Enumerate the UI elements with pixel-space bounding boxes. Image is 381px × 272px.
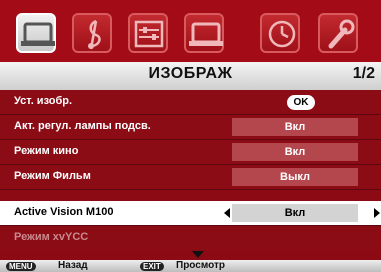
tv-tab[interactable] bbox=[184, 13, 224, 53]
arrow-left-icon[interactable] bbox=[224, 208, 230, 218]
menu-row-backlight[interactable]: Акт. регул. лампы подсв. Вкл bbox=[0, 115, 381, 139]
view-hint: Просмотр bbox=[176, 260, 225, 271]
row-label: Режим кино bbox=[14, 145, 79, 157]
sound-tab[interactable] bbox=[72, 13, 112, 53]
menu-title-bar: ИЗОБРАЖ 1/2 bbox=[0, 62, 381, 90]
row-label: Уст. изобр. bbox=[14, 95, 73, 107]
setup-tab[interactable] bbox=[128, 13, 168, 53]
menu-row-active-vision[interactable]: Active Vision M100 Вкл bbox=[0, 201, 381, 225]
back-hint: Назад bbox=[58, 260, 88, 271]
row-value[interactable]: Вкл bbox=[232, 143, 358, 161]
row-value[interactable]: Вкл bbox=[232, 204, 358, 222]
row-value[interactable]: Вкл bbox=[232, 118, 358, 136]
row-label: Режим Фильм bbox=[14, 170, 91, 182]
menu-row-film-mode[interactable]: Режим Фильм Выкл bbox=[0, 165, 381, 189]
ok-button-icon[interactable]: OK bbox=[287, 95, 315, 110]
picture-icon bbox=[21, 22, 55, 46]
row-label: Акт. регул. лампы подсв. bbox=[14, 120, 151, 132]
row-value[interactable]: Выкл bbox=[232, 168, 358, 186]
timer-tab[interactable] bbox=[260, 13, 300, 53]
menu-row-xvycc: Режим xvYCC bbox=[0, 226, 381, 250]
menu-row-picture-settings[interactable]: Уст. изобр. OK bbox=[0, 90, 381, 114]
wrench-icon bbox=[328, 19, 355, 49]
setup-icon bbox=[134, 20, 164, 48]
footer-hints: MENU Назад EXIT Просмотр bbox=[0, 260, 381, 272]
scroll-down-icon bbox=[192, 251, 204, 258]
menu-key-icon: MENU bbox=[6, 262, 36, 271]
music-note-icon bbox=[88, 19, 101, 50]
row-label: Active Vision M100 bbox=[14, 206, 114, 218]
page-title: ИЗОБРАЖ bbox=[148, 65, 233, 82]
exit-key-icon: EXIT bbox=[140, 262, 164, 271]
row-divider bbox=[0, 189, 381, 190]
row-label: Режим xvYCC bbox=[14, 231, 89, 243]
settings-tab[interactable] bbox=[318, 13, 358, 53]
category-icon-bar bbox=[0, 0, 381, 66]
picture-tab[interactable] bbox=[16, 13, 56, 53]
page-indicator: 1/2 bbox=[352, 65, 375, 82]
menu-row-cinema-mode[interactable]: Режим кино Вкл bbox=[0, 140, 381, 164]
clock-icon bbox=[268, 20, 296, 48]
tv-screen-icon bbox=[189, 22, 223, 46]
arrow-right-icon[interactable] bbox=[374, 208, 380, 218]
